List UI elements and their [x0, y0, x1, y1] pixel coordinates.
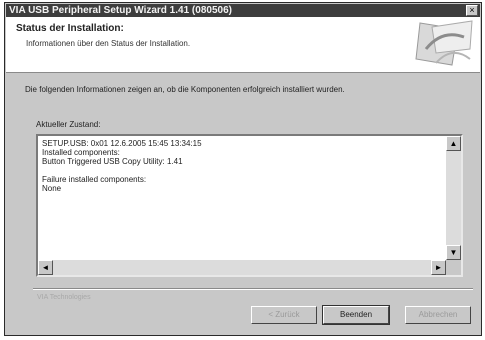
status-label: Aktueller Zustand: — [36, 120, 101, 129]
scroll-down-icon[interactable]: ▼ — [446, 245, 461, 260]
back-button[interactable]: < Zurück — [251, 306, 317, 324]
status-log-textarea[interactable]: SETUP.USB: 0x01 12.6.2005 15:45 13:34:15… — [36, 134, 463, 277]
scroll-right-icon[interactable]: ► — [431, 260, 446, 275]
scrollbar-corner — [446, 260, 461, 275]
wizard-logo-icon — [415, 20, 473, 66]
window-title: VIA USB Peripheral Setup Wizard 1.41 (08… — [9, 5, 232, 16]
status-log-text: SETUP.USB: 0x01 12.6.2005 15:45 13:34:15… — [42, 139, 202, 193]
title-bar[interactable]: VIA USB Peripheral Setup Wizard 1.41 (08… — [6, 4, 480, 17]
page-title: Status der Installation: — [16, 23, 124, 34]
setup-wizard-window: VIA USB Peripheral Setup Wizard 1.41 (08… — [4, 2, 482, 336]
footer-brand: VIA Technologies — [37, 294, 91, 301]
finish-button[interactable]: Beenden — [322, 305, 390, 325]
cancel-button[interactable]: Abbrechen — [405, 306, 471, 324]
intro-text: Die folgenden Informationen zeigen an, o… — [25, 85, 345, 94]
close-icon[interactable]: × — [466, 5, 478, 16]
wizard-header: Status der Installation: Informationen ü… — [6, 17, 480, 73]
scroll-left-icon[interactable]: ◄ — [38, 260, 53, 275]
scroll-up-icon[interactable]: ▲ — [446, 136, 461, 151]
horizontal-scrollbar[interactable]: ◄ ► — [38, 260, 446, 275]
footer-divider — [33, 288, 473, 290]
vertical-scrollbar[interactable]: ▲ ▼ — [446, 136, 461, 260]
page-subtitle: Informationen über den Status der Instal… — [26, 39, 191, 48]
